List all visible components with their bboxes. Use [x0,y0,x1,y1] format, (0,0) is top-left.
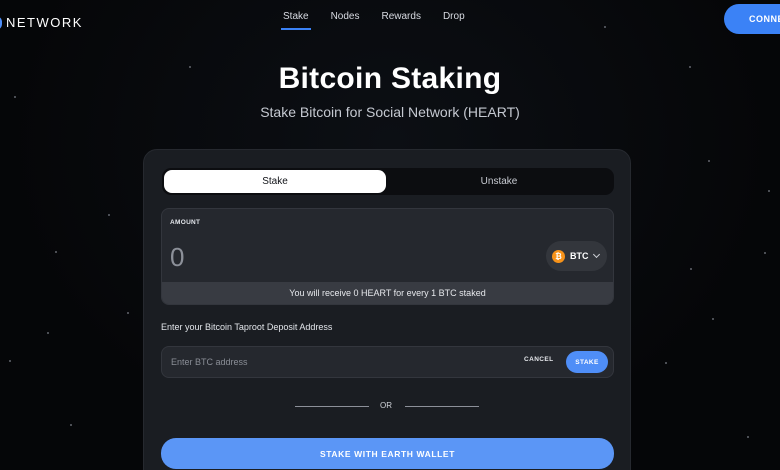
star [108,214,110,216]
star [70,424,72,426]
star [9,360,11,362]
amount-input[interactable] [170,237,470,277]
nav-nodes[interactable]: Nodes [320,0,371,30]
receive-info: You will receive 0 HEART for every 1 BTC… [162,282,613,304]
amount-label: AMOUNT [170,219,201,226]
stake-with-earth-wallet-button[interactable]: STAKE WITH EARTH WALLET [161,438,614,469]
staking-card: Stake Unstake AMOUNT ₿ BTC You will rece… [143,149,631,470]
token-select[interactable]: ₿ BTC [546,241,607,271]
star [712,318,714,320]
star [127,312,129,314]
page-subtitle: Stake Bitcoin for Social Network (HEART) [260,104,520,120]
star [747,436,749,438]
page: NETWORK Stake Nodes Rewards Drop CONNECT… [0,0,780,470]
page-title: Bitcoin Staking [278,62,502,95]
btc-icon: ₿ [552,249,565,263]
or-divider-text: OR [380,401,392,410]
tab-unstake[interactable]: Unstake [386,170,612,193]
divider-right [405,406,479,407]
nav-drop[interactable]: Drop [432,0,476,30]
star [47,332,49,334]
btc-address-input[interactable] [171,347,471,377]
star [690,268,692,270]
address-field: CANCEL STAKE [161,346,614,378]
star [708,160,710,162]
stake-tabs: Stake Unstake [162,168,614,195]
cancel-button[interactable]: CANCEL [524,356,553,363]
star [665,362,667,364]
divider-left [295,406,369,407]
star [14,96,16,98]
nav-rewards[interactable]: Rewards [370,0,431,30]
star [55,251,57,253]
amount-panel: AMOUNT ₿ BTC You will receive 0 HEART fo… [161,208,614,305]
nav-stake[interactable]: Stake [272,0,320,30]
star [768,190,770,192]
main-nav: Stake Nodes Rewards Drop [272,0,476,30]
address-label: Enter your Bitcoin Taproot Deposit Addre… [161,322,333,332]
tab-stake[interactable]: Stake [164,170,386,193]
logo[interactable]: NETWORK [0,15,83,30]
chevron-down-icon [592,250,600,259]
token-symbol: BTC [570,251,589,261]
star [764,252,766,254]
stake-button[interactable]: STAKE [566,351,608,373]
star [604,26,606,28]
logo-mark-icon [0,15,2,30]
connect-button[interactable]: CONNECT [724,4,780,34]
logo-text: NETWORK [6,15,83,30]
